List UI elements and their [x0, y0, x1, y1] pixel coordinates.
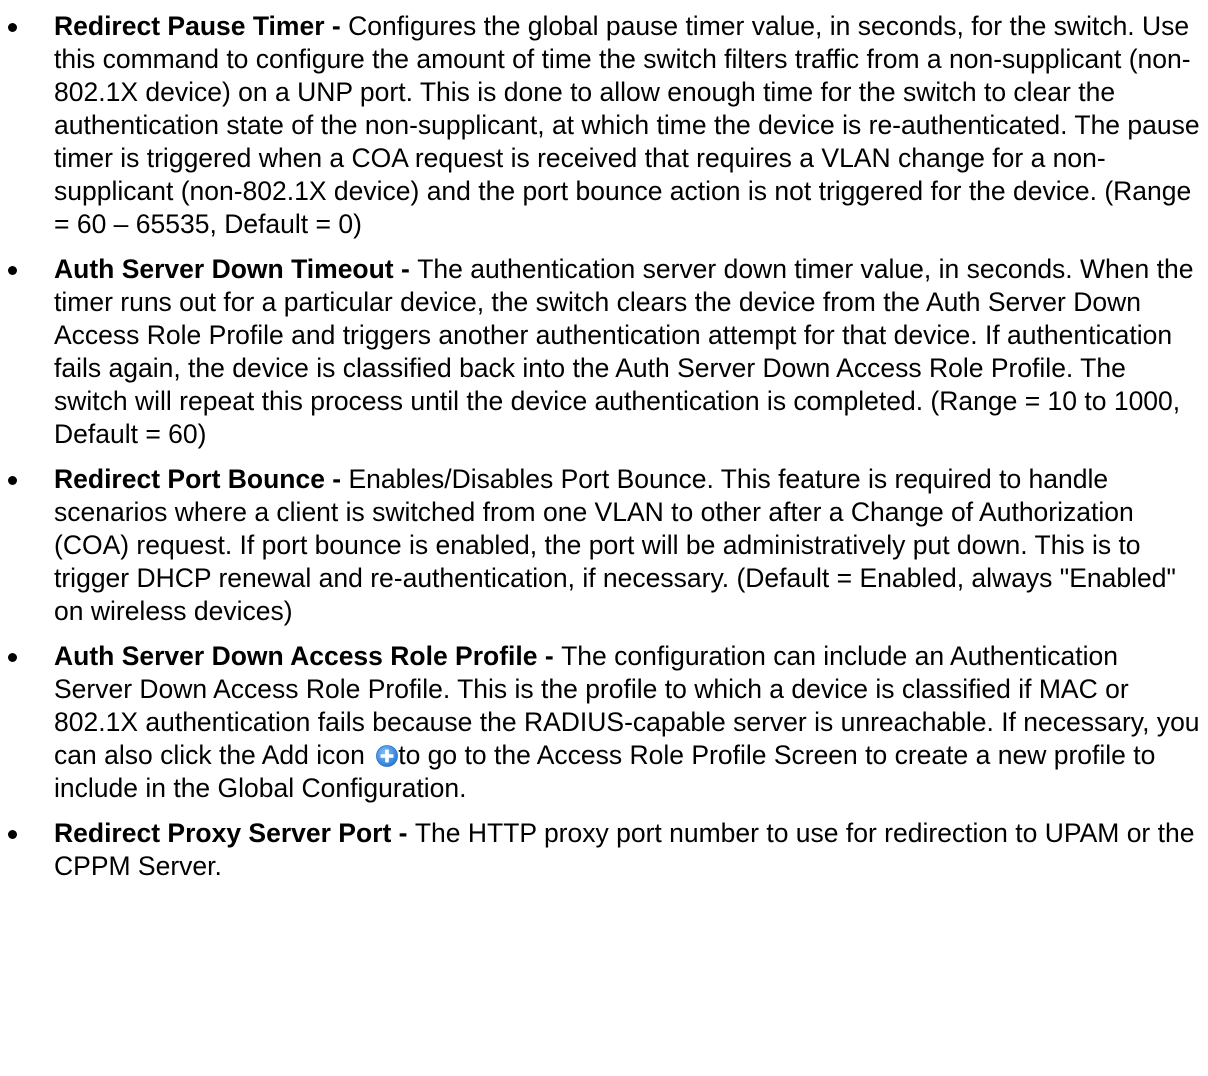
bullet-dot [8, 23, 17, 32]
parameter-list: Redirect Pause Timer - Configures the gl… [0, 10, 1208, 895]
term-label: Redirect Proxy Server Port - [54, 818, 415, 848]
term-label: Auth Server Down Access Role Profile - [54, 641, 562, 671]
bullet-dot [8, 653, 17, 662]
term-label: Auth Server Down Timeout - [54, 254, 418, 284]
term-label: Redirect Port Bounce - [54, 464, 349, 494]
list-item-redirect-port-bounce: Redirect Port Bounce - Enables/Disables … [0, 463, 1208, 628]
bullet-dot [8, 476, 17, 485]
term-label: Redirect Pause Timer - [54, 11, 349, 41]
list-item-auth-server-down-access-role-profile: Auth Server Down Access Role Profile - T… [0, 640, 1208, 805]
bullet-dot [8, 830, 17, 839]
bullet-dot [8, 266, 17, 275]
add-circle-icon [376, 742, 399, 767]
list-item-redirect-proxy-server-port: Redirect Proxy Server Port - The HTTP pr… [0, 817, 1208, 883]
document-page: Redirect Pause Timer - Configures the gl… [0, 0, 1208, 1076]
list-item-auth-server-down-timeout: Auth Server Down Timeout - The authentic… [0, 253, 1208, 451]
term-description: Configures the global pause timer value,… [54, 11, 1200, 239]
list-item-redirect-pause-timer: Redirect Pause Timer - Configures the gl… [0, 10, 1208, 241]
